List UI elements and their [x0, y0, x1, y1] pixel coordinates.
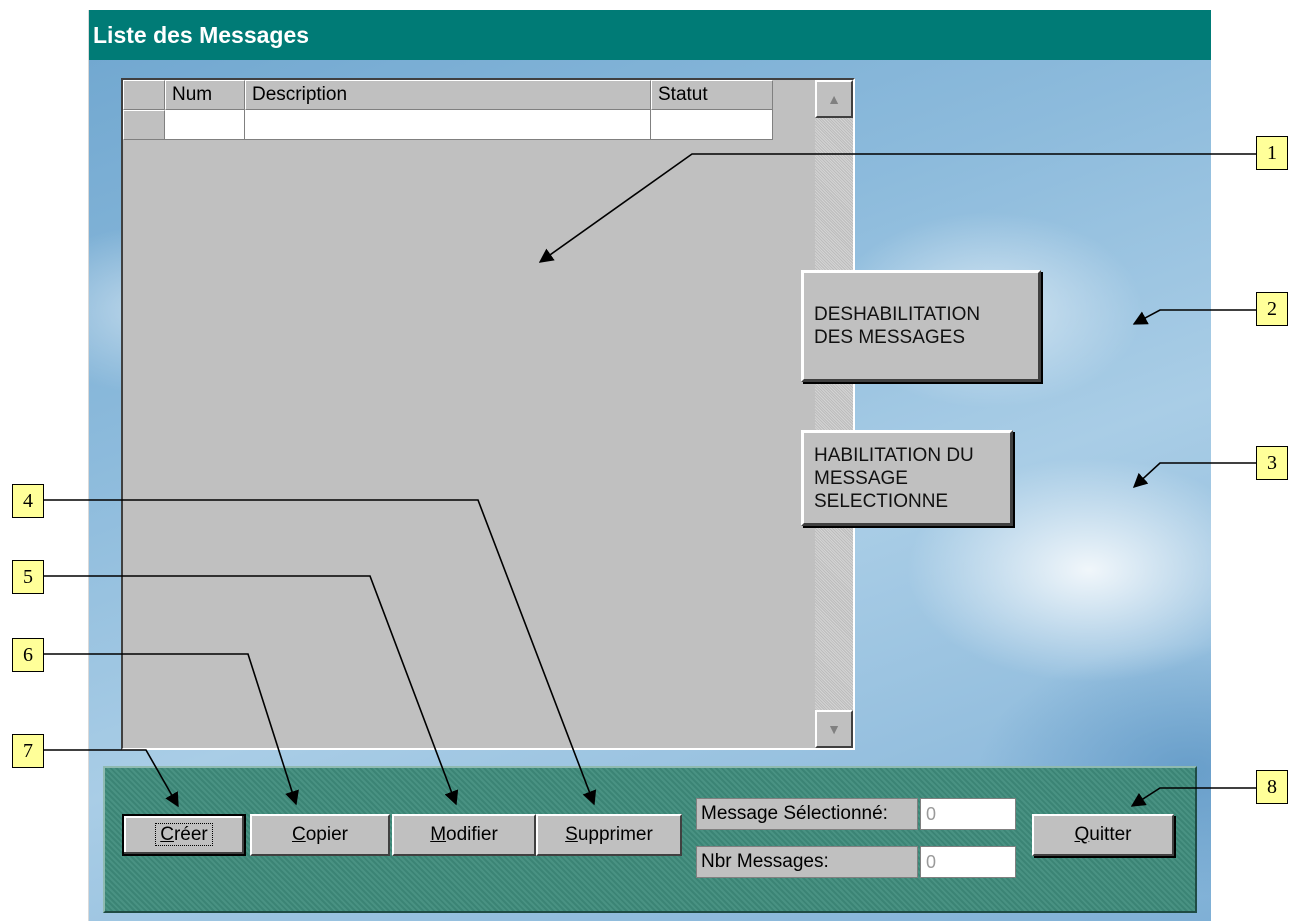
callout-2: 2	[1256, 292, 1288, 326]
callout-5: 5	[12, 560, 44, 594]
callout-8-arrow	[1130, 787, 1256, 807]
callout-7: 7	[12, 734, 44, 768]
callout-6: 6	[12, 638, 44, 672]
callout-3: 3	[1256, 446, 1288, 480]
callout-4-arrow	[43, 499, 597, 806]
callout-1-arrow	[538, 153, 1256, 263]
callout-2-arrow	[1132, 309, 1256, 325]
callout-8: 8	[1256, 770, 1288, 804]
callout-6-arrow	[43, 653, 299, 806]
callout-1: 1	[1256, 136, 1288, 170]
annotation-arrows	[43, 153, 1256, 808]
callout-3-arrow	[1132, 462, 1256, 488]
callout-7-arrow	[43, 749, 179, 808]
callout-5-arrow	[43, 575, 459, 806]
callout-4: 4	[12, 484, 44, 518]
